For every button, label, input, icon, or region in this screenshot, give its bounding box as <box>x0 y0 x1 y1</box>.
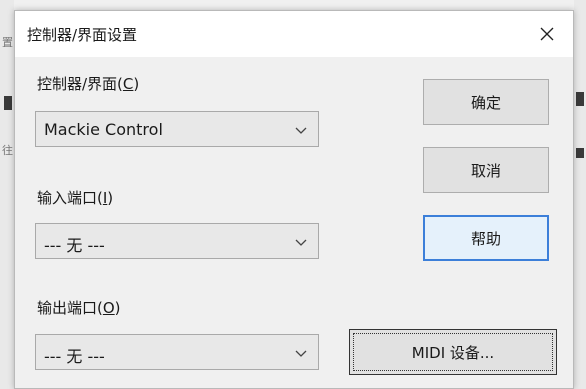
cancel-button[interactable]: 取消 <box>423 147 549 193</box>
chevron-down-icon <box>295 127 307 134</box>
background-text-fragment: 往 <box>2 144 13 157</box>
controller-select[interactable]: Mackie Control <box>35 111 319 147</box>
close-icon <box>540 27 554 41</box>
output-port-select[interactable]: --- 无 --- <box>35 334 319 370</box>
controller-label-text: 控制器/界面( <box>37 75 123 93</box>
midi-devices-button[interactable]: MIDI 设备... <box>349 329 557 375</box>
input-port-select[interactable]: --- 无 --- <box>35 223 319 259</box>
controller-select-value: Mackie Control <box>44 120 163 139</box>
chevron-down-icon <box>295 350 307 357</box>
dialog-title: 控制器/界面设置 <box>27 26 138 44</box>
ok-button[interactable]: 确定 <box>423 79 549 125</box>
controller-label: 控制器/界面(C) <box>37 73 139 94</box>
output-port-label: 输出端口(O) <box>37 297 121 318</box>
input-port-select-value: --- 无 --- <box>44 236 105 255</box>
background-ui-fragment <box>576 148 584 158</box>
controller-settings-dialog: 控制器/界面设置 控制器/界面(C) Mackie Control 输入端口(I… <box>14 10 574 389</box>
background-ui-fragment <box>4 96 12 110</box>
output-port-label-suffix: ) <box>114 299 121 317</box>
input-port-label: 输入端口(I) <box>37 187 113 208</box>
background-app-right-edge <box>574 0 586 389</box>
output-port-label-text: 输出端口( <box>37 299 103 317</box>
output-port-label-accesskey: O <box>102 299 115 317</box>
title-bar: 控制器/界面设置 <box>15 11 573 57</box>
input-port-label-text: 输入端口( <box>37 189 103 207</box>
controller-label-accesskey: C <box>122 75 134 93</box>
input-port-label-suffix: ) <box>107 189 114 207</box>
controller-label-suffix: ) <box>133 75 140 93</box>
close-button[interactable] <box>529 17 565 51</box>
chevron-down-icon <box>295 239 307 246</box>
help-button[interactable]: 帮助 <box>423 215 549 261</box>
background-text-fragment: 置 <box>2 36 13 49</box>
output-port-select-value: --- 无 --- <box>44 347 105 366</box>
background-app-left-edge: 置 往 <box>0 0 14 389</box>
background-ui-fragment <box>576 92 584 106</box>
